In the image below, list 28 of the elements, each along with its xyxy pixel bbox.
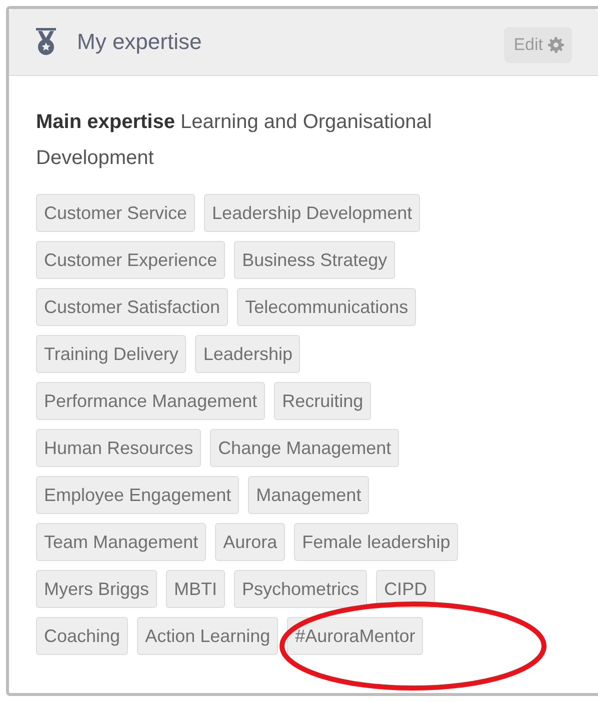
expertise-tag[interactable]: Recruiting: [274, 382, 372, 420]
medal-icon: [35, 28, 57, 56]
panel-title: My expertise: [77, 29, 203, 55]
expertise-tag[interactable]: Change Management: [210, 429, 400, 467]
expertise-tag[interactable]: Team Management: [36, 523, 206, 561]
expertise-tag[interactable]: Human Resources: [36, 429, 202, 467]
expertise-tag[interactable]: Customer Satisfaction: [36, 288, 228, 326]
expertise-tag[interactable]: Female leadership: [294, 523, 458, 561]
settings-icon: [548, 37, 564, 53]
expertise-tag[interactable]: Management: [248, 476, 370, 514]
expertise-tag[interactable]: Business Strategy: [234, 241, 396, 279]
main-expertise-text: Main expertise Learning and Organisational Development: [36, 110, 433, 171]
expertise-tag[interactable]: #AuroraMentor: [287, 617, 424, 655]
expertise-tag[interactable]: Myers Briggs: [36, 570, 158, 608]
edit-button[interactable]: Edit: [504, 27, 572, 63]
expertise-tag[interactable]: Performance Management: [36, 382, 266, 420]
expertise-tag[interactable]: Leadership: [195, 335, 300, 373]
expertise-tag[interactable]: Psychometrics: [234, 570, 368, 608]
expertise-tag[interactable]: Telecommunications: [237, 288, 416, 326]
expertise-tag[interactable]: MBTI: [166, 570, 226, 608]
expertise-tag[interactable]: Coaching: [36, 617, 128, 655]
expertise-tag[interactable]: Customer Service: [36, 194, 196, 232]
expertise-tag[interactable]: Employee Engagement: [36, 476, 240, 514]
expertise-tag[interactable]: Training Delivery: [36, 335, 186, 373]
expertise-tag[interactable]: Customer Experience: [36, 241, 226, 279]
expertise-tag[interactable]: Aurora: [215, 523, 286, 561]
expertise-tag[interactable]: Leadership Development: [204, 194, 420, 232]
expertise-tag[interactable]: Action Learning: [137, 617, 278, 655]
